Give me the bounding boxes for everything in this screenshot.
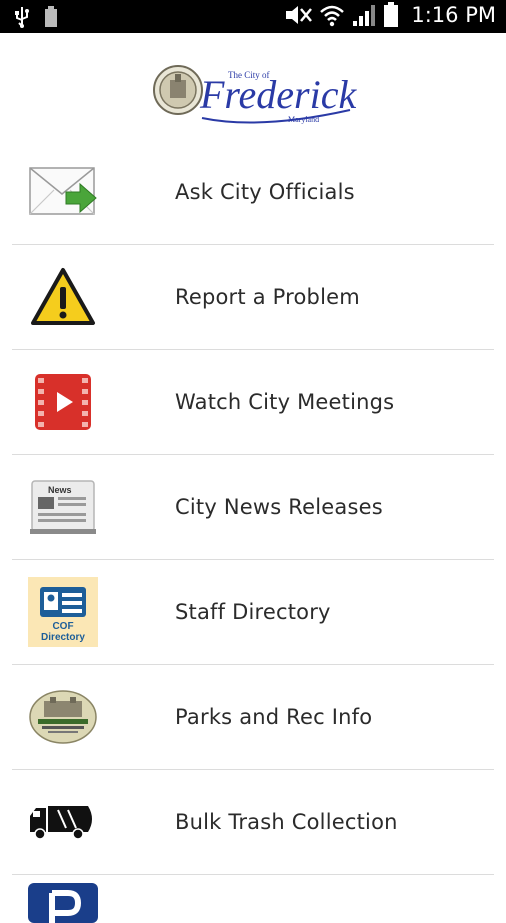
menu-item-parks-and-rec-info[interactable]: Parks and Rec Info <box>12 665 494 770</box>
signal-icon <box>353 5 376 26</box>
menu-item-label: City News Releases <box>175 495 383 519</box>
logo-main-text: Frederick <box>199 72 357 117</box>
menu-item-report-a-problem[interactable]: Report a Problem <box>12 245 494 350</box>
menu-item-label: Bulk Trash Collection <box>175 810 398 834</box>
news-icon-text: News <box>48 485 72 495</box>
svg-text:COF: COF <box>52 621 73 632</box>
menu-item-bulk-trash-collection[interactable]: Bulk Trash Collection <box>12 770 494 875</box>
battery-small-icon <box>45 6 57 27</box>
menu-item-label: Ask City Officials <box>175 180 355 204</box>
battery-icon <box>384 2 399 27</box>
usb-icon <box>15 7 29 28</box>
menu-item-ask-city-officials[interactable]: Ask City Officials <box>12 140 494 245</box>
envelope-arrow-icon <box>28 157 98 227</box>
wifi-icon <box>320 5 345 27</box>
truck-icon <box>28 787 98 857</box>
menu-item-label: Watch City Meetings <box>175 390 395 414</box>
city-logo: The City of Frederick Maryland <box>150 50 360 132</box>
menu-item-label: Parks and Rec Info <box>175 705 373 729</box>
parks-rec-logo-icon <box>28 682 98 752</box>
menu-item-watch-city-meetings[interactable]: Watch City Meetings <box>12 350 494 455</box>
logo-sub-text: Maryland <box>288 115 319 124</box>
video-play-icon <box>28 367 98 437</box>
directory-card-icon: COF Directory <box>28 577 98 647</box>
menu-item-label: Staff Directory <box>175 600 331 624</box>
mute-icon <box>286 6 313 24</box>
menu-list: Ask City Officials Report a Problem Watc… <box>0 140 506 923</box>
warning-icon <box>28 262 98 332</box>
svg-text:Directory: Directory <box>41 632 85 643</box>
status-bar: 1:16 PM <box>0 0 506 33</box>
newspaper-icon: News <box>28 472 98 542</box>
menu-item-staff-directory[interactable]: COF Directory Staff Directory <box>12 560 494 665</box>
menu-item-parking[interactable] <box>12 875 494 923</box>
status-time: 1:16 PM <box>411 3 496 27</box>
menu-item-city-news-releases[interactable]: News City News Releases <box>12 455 494 560</box>
menu-item-label: Report a Problem <box>175 285 360 309</box>
parking-icon <box>28 883 98 923</box>
